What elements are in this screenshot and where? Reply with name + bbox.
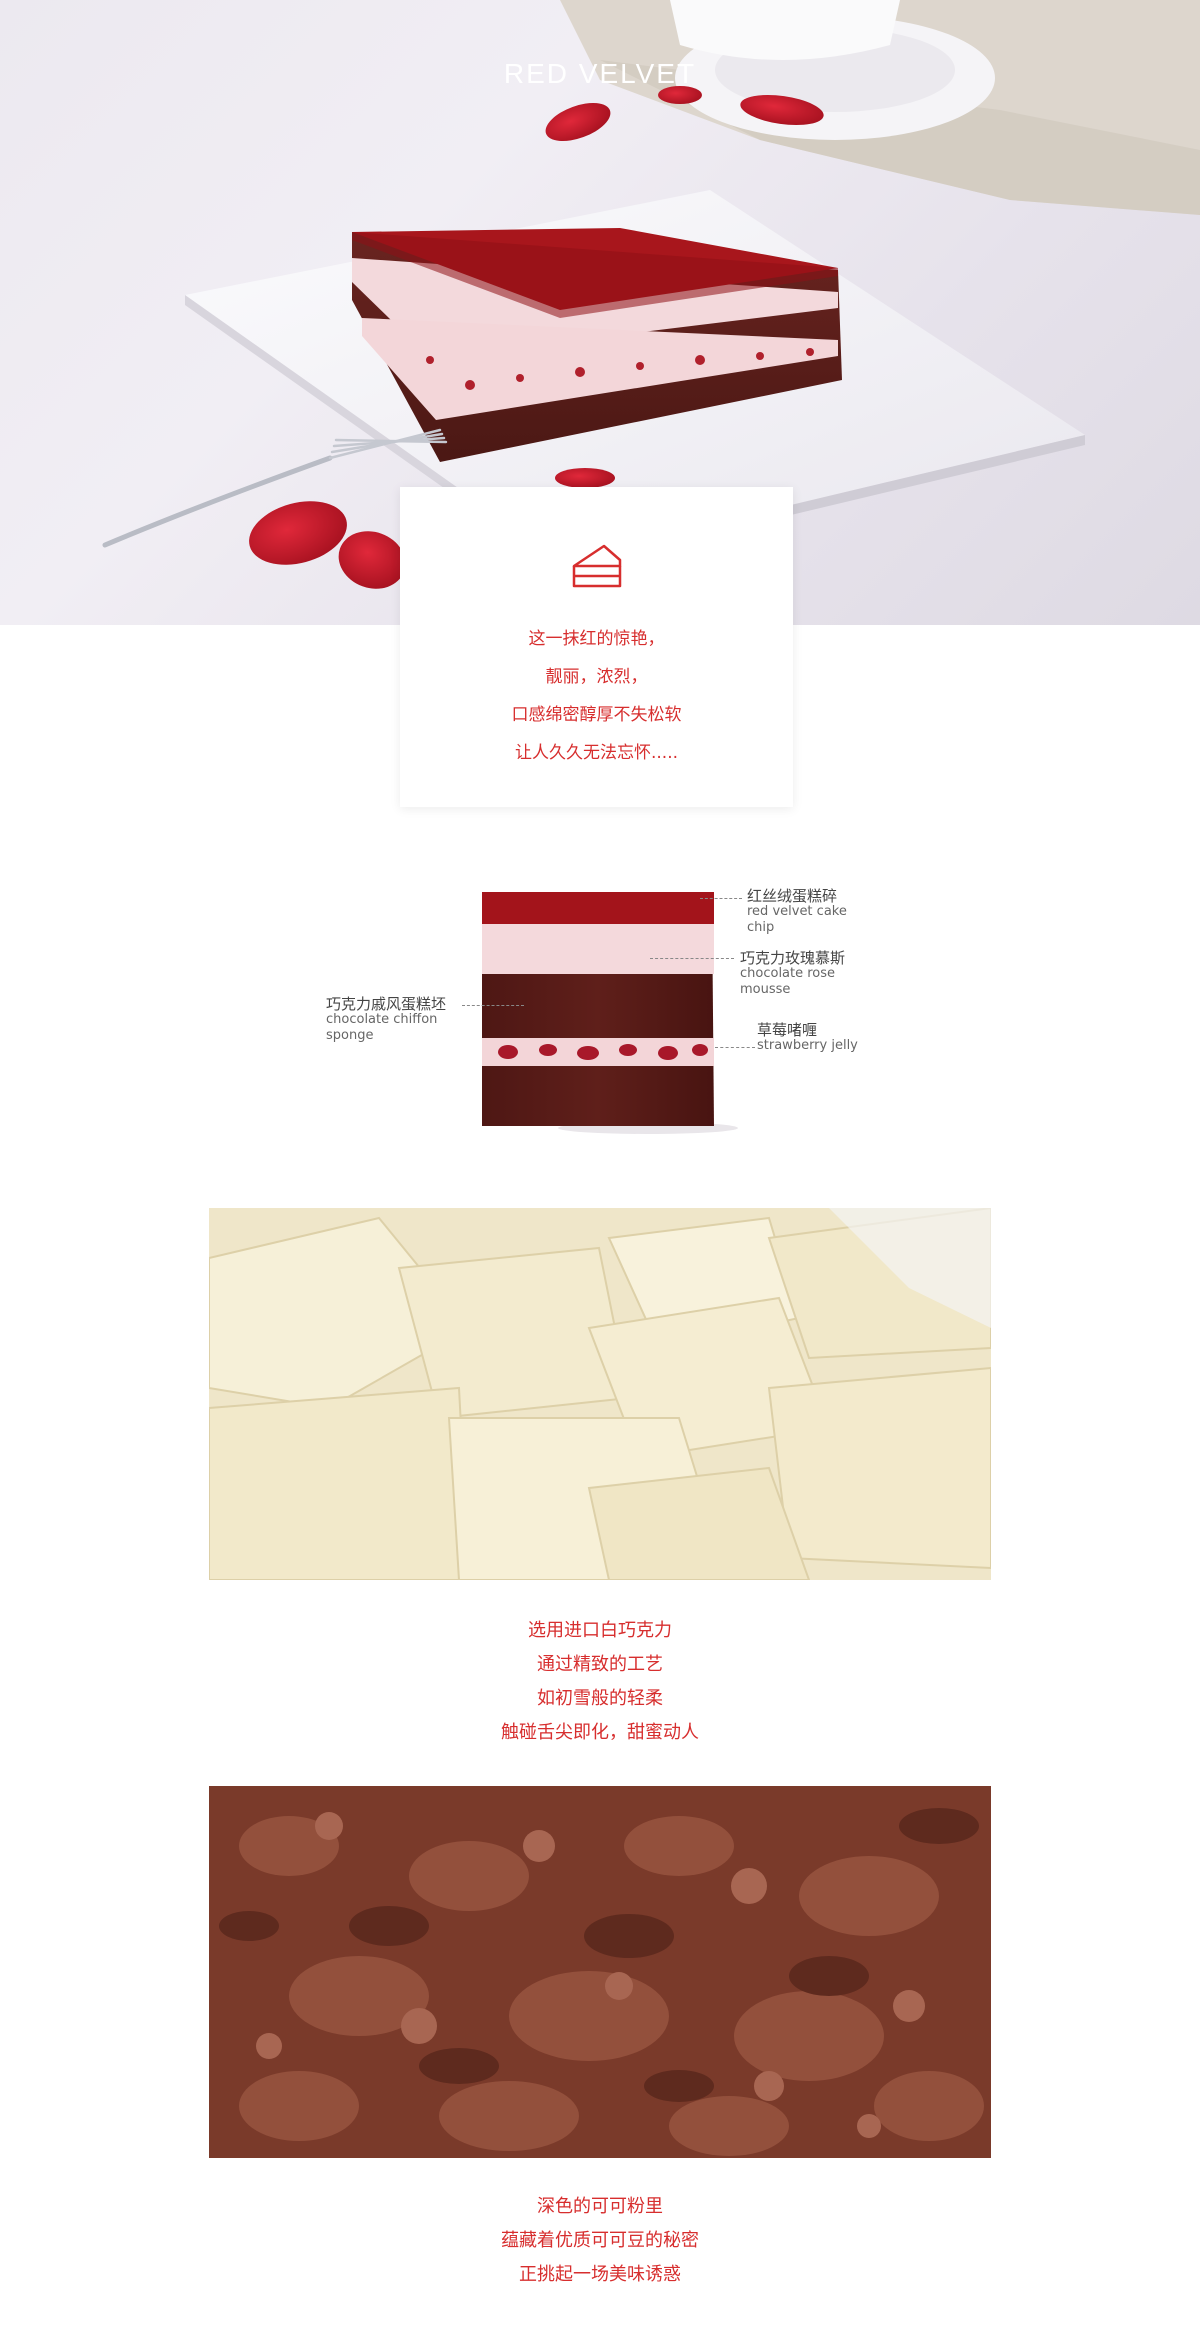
leader-line — [715, 1047, 755, 1048]
layer-label-strawberry-jelly: 草莓啫喱 strawberry jelly — [757, 1021, 858, 1053]
intro-line: 这一抹红的惊艳， — [528, 629, 665, 649]
intro-line: 靓丽，浓烈， — [545, 667, 648, 687]
white-chocolate-text: 选用进口白巧克力 通过精致的工艺 如初雪般的轻柔 触碰舌尖即化，甜蜜动人 — [0, 1614, 1200, 1750]
cocoa-powder-photo — [209, 1786, 991, 2158]
leader-line — [700, 898, 742, 899]
cocoa-line: 蕴藏着优质可可豆的秘密 — [501, 2230, 699, 2251]
white-chocolate-line: 选用进口白巧克力 — [528, 1620, 672, 1641]
intro-line: 让人久久无法忘怀..... — [514, 743, 679, 763]
cake-layers-section: 红丝绒蛋糕碎 red velvet cake chip 巧克力玫瑰慕斯 choc… — [0, 870, 1200, 1140]
white-chocolate-line: 如初雪般的轻柔 — [537, 1688, 663, 1709]
layer-label-chiffon-sponge: 巧克力戚风蛋糕坯 chocolate chiffon sponge — [326, 995, 447, 1043]
cocoa-line: 正挑起一场美味诱惑 — [519, 2264, 681, 2285]
white-chocolate-photo — [209, 1208, 991, 1580]
layer-label-rose-mousse: 巧克力玫瑰慕斯 chocolate rose mousse — [740, 949, 846, 997]
intro-card: 这一抹红的惊艳， 靓丽，浓烈， 口感绵密醇厚不失松软 让人久久无法忘怀..... — [400, 487, 793, 807]
white-chocolate-line: 通过精致的工艺 — [537, 1654, 663, 1675]
cocoa-line: 深色的可可粉里 — [537, 2196, 663, 2217]
hero-title: RED VELVET — [503, 58, 697, 89]
intro-line: 口感绵密醇厚不失松软 — [511, 705, 682, 725]
white-chocolate-line: 触碰舌尖即化，甜蜜动人 — [501, 1722, 699, 1743]
cake-cross-section-image — [482, 892, 738, 1134]
leader-line — [462, 1005, 524, 1006]
layer-label-cake-chip: 红丝绒蛋糕碎 red velvet cake chip — [747, 887, 847, 935]
intro-text: 这一抹红的惊艳， 靓丽，浓烈， 口感绵密醇厚不失松软 让人久久无法忘怀..... — [400, 620, 793, 772]
cocoa-text: 深色的可可粉里 蕴藏着优质可可豆的秘密 正挑起一场美味诱惑 — [0, 2190, 1200, 2292]
leader-line — [650, 958, 734, 959]
cake-slice-icon — [572, 544, 622, 588]
